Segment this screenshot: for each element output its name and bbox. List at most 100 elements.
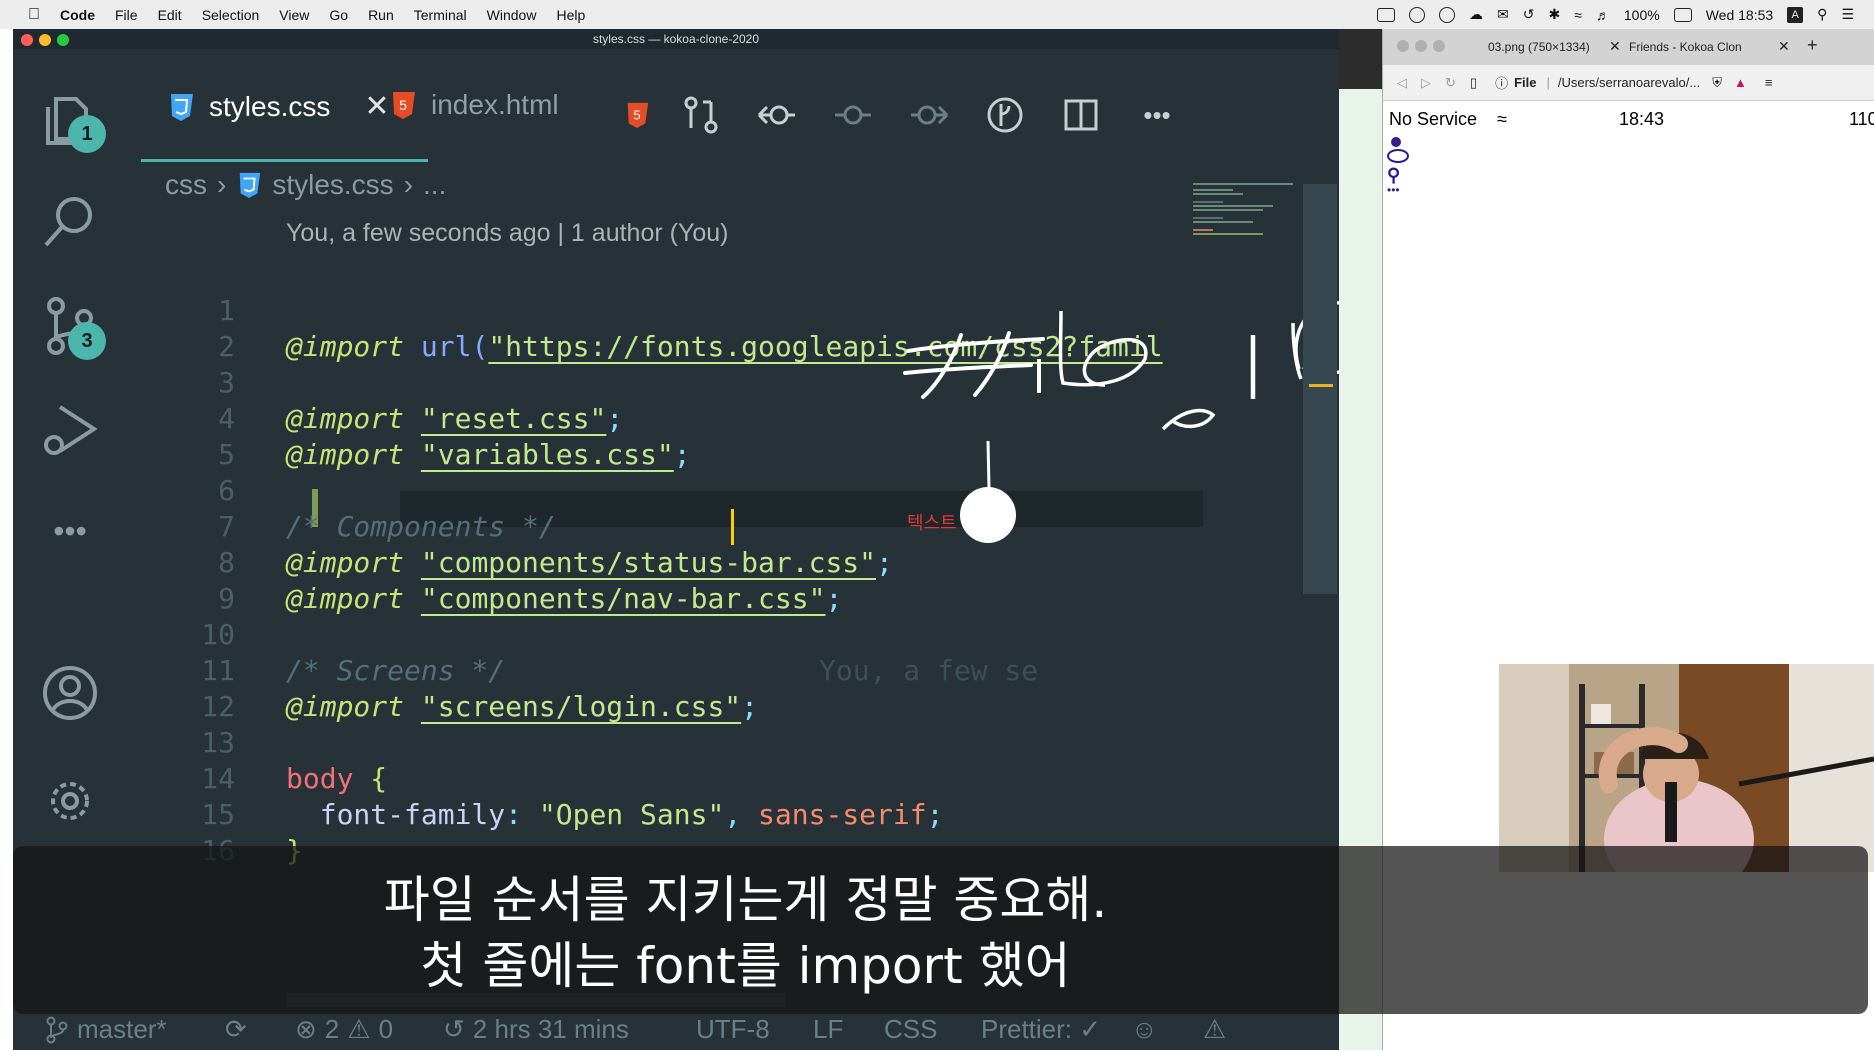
tab-styles-css[interactable]: styles.css ✕	[167, 89, 390, 124]
menu-file[interactable]: File	[115, 7, 138, 23]
wakatime-indicator[interactable]: ↺ 2 hrs 31 mins	[443, 1014, 629, 1045]
control-center-icon[interactable]: ☰	[1841, 6, 1854, 23]
chat-icon[interactable]	[1387, 149, 1409, 163]
live-share-icon[interactable]: ☺	[1131, 1014, 1158, 1045]
prettier-status[interactable]: Prettier: ✓	[981, 1014, 1101, 1045]
maximize-window-button[interactable]	[1433, 40, 1445, 52]
window-title: styles.css — kokoa-clone-2020	[592, 32, 760, 46]
codelens-blame[interactable]: You, a few seconds ago | 1 author (You)	[286, 219, 728, 248]
forward-icon[interactable]: ▷	[1421, 75, 1431, 91]
wifi-icon[interactable]: ≈	[1574, 7, 1582, 23]
minimize-window-button[interactable]	[1415, 40, 1427, 52]
tray-circle-icon[interactable]	[1439, 6, 1455, 23]
gitlens-icon	[987, 97, 1023, 133]
close-window-button[interactable]	[21, 34, 33, 46]
new-tab-icon[interactable]: +	[1807, 35, 1818, 56]
notifications-bell-icon[interactable]: ⚠	[1203, 1014, 1226, 1045]
next-revision-icon	[911, 105, 949, 125]
window-titlebar: styles.css — kokoa-clone-2020	[13, 29, 1339, 49]
language-mode[interactable]: CSS	[884, 1014, 937, 1045]
menu-app-name[interactable]: Code	[60, 7, 95, 23]
more-icon[interactable]: •••	[1387, 183, 1400, 197]
more-views-icon[interactable]: •••	[38, 499, 102, 563]
split-editor-icon	[1064, 99, 1098, 131]
accounts-button[interactable]	[38, 661, 102, 725]
input-source[interactable]: A	[1787, 6, 1804, 23]
previous-revision-button[interactable]	[755, 93, 799, 137]
browser-tab-friends[interactable]: Friends - Kokoa Clon	[1629, 40, 1742, 54]
bluetooth-icon[interactable]: ✱	[1548, 6, 1560, 23]
cloud-icon[interactable]: ☁	[1469, 6, 1483, 23]
menu-icon[interactable]: ≡	[1765, 75, 1773, 90]
tray-app-icon[interactable]	[1409, 6, 1425, 23]
breadcrumb-more[interactable]: ...	[423, 169, 446, 201]
explorer-button[interactable]: 1	[38, 87, 106, 153]
menu-edit[interactable]: Edit	[158, 7, 182, 23]
subtitle-line-2: 첫 줄에는 font를 import 했어	[420, 937, 1071, 995]
small-annotation-label: 텍스트	[907, 513, 957, 534]
menu-go[interactable]: Go	[329, 7, 348, 23]
shield-icon[interactable]: ⛨	[1712, 75, 1722, 91]
menu-help[interactable]: Help	[556, 7, 585, 23]
screen-record-icon[interactable]	[1377, 7, 1395, 22]
branch-indicator[interactable]: master*	[45, 1014, 167, 1045]
menu-run[interactable]: Run	[368, 7, 394, 23]
menu-selection[interactable]: Selection	[202, 7, 260, 23]
run-debug-button[interactable]	[38, 399, 102, 463]
phone-status-bar: No Service ≈ 18:43 110	[1389, 109, 1874, 133]
breadcrumb-file[interactable]: styles.css	[272, 169, 393, 201]
clock[interactable]: Wed 18:53	[1706, 7, 1773, 23]
open-changes-button[interactable]	[679, 93, 723, 137]
css-file-icon	[240, 172, 261, 198]
eol-indicator[interactable]: LF	[813, 1014, 843, 1045]
subtitle-line-1: 파일 순서를 지키는게 정말 중요해.	[383, 871, 1108, 929]
minimize-window-button[interactable]	[39, 34, 51, 46]
volume-icon[interactable]: ♬	[1596, 7, 1610, 23]
close-tab-icon[interactable]: ✕	[1609, 38, 1621, 55]
browser-tab-image[interactable]: 03.png (750×1334)	[1488, 40, 1590, 54]
maximize-window-button[interactable]	[57, 34, 69, 46]
close-tab-icon[interactable]: ✕	[1778, 38, 1790, 55]
tab-index-html[interactable]: 5 index.html	[389, 89, 559, 121]
problems-indicator[interactable]: ⊗ 2 ⚠ 0	[295, 1014, 393, 1045]
close-window-button[interactable]	[1397, 40, 1409, 52]
git-branch-icon	[46, 1016, 68, 1043]
menu-window[interactable]: Window	[487, 7, 537, 23]
gitlens-button[interactable]	[983, 93, 1027, 137]
open-preview-button[interactable]: 5	[615, 93, 659, 137]
breadcrumb-folder[interactable]: css	[165, 169, 207, 201]
close-tab-icon[interactable]: ✕	[364, 89, 389, 124]
warning-icon: ⚠	[347, 1014, 371, 1044]
manage-settings-button[interactable]	[38, 769, 102, 833]
encoding-indicator[interactable]: UTF-8	[696, 1014, 770, 1045]
vertical-scrollbar[interactable]	[1303, 184, 1337, 594]
chat-icon[interactable]: ✉	[1497, 6, 1509, 23]
menu-view[interactable]: View	[279, 7, 309, 23]
explorer-badge: 1	[68, 115, 106, 153]
next-revision-button[interactable]	[907, 93, 951, 137]
minimap[interactable]	[1189, 179, 1299, 269]
split-editor-button[interactable]	[1059, 93, 1103, 137]
apple-menu-icon[interactable]: 	[28, 6, 40, 24]
chevron-right-icon: ›	[217, 169, 227, 200]
current-revision-button[interactable]	[831, 93, 875, 137]
history-icon: ↺	[443, 1014, 465, 1044]
more-actions-icon[interactable]: •••	[1135, 93, 1179, 137]
address-bar[interactable]: /Users/serranoarevalo/...	[1558, 75, 1700, 90]
back-icon[interactable]: ◁	[1397, 75, 1407, 91]
source-control-button[interactable]: 3	[38, 294, 106, 360]
info-icon: ⓘ	[1495, 76, 1509, 91]
screen:  Code File Edit Selection View Go Run T…	[0, 0, 1874, 1050]
sync-icon[interactable]: ⟳	[225, 1014, 247, 1045]
menu-terminal[interactable]: Terminal	[414, 7, 467, 23]
reload-icon[interactable]: ↻	[1445, 75, 1456, 91]
search-button[interactable]	[38, 189, 102, 253]
bookmark-icon[interactable]: ▯	[1470, 75, 1477, 91]
battery-icon[interactable]	[1673, 7, 1692, 22]
code-line-11: 11 @import "screens/login.css";	[127, 617, 1203, 723]
spotlight-icon[interactable]: ⚲	[1817, 6, 1827, 23]
time-machine-icon[interactable]: ↺	[1523, 6, 1535, 23]
css-file-icon	[171, 93, 193, 121]
rewards-icon[interactable]: ▲	[1734, 75, 1747, 90]
user-icon[interactable]	[1391, 137, 1401, 147]
